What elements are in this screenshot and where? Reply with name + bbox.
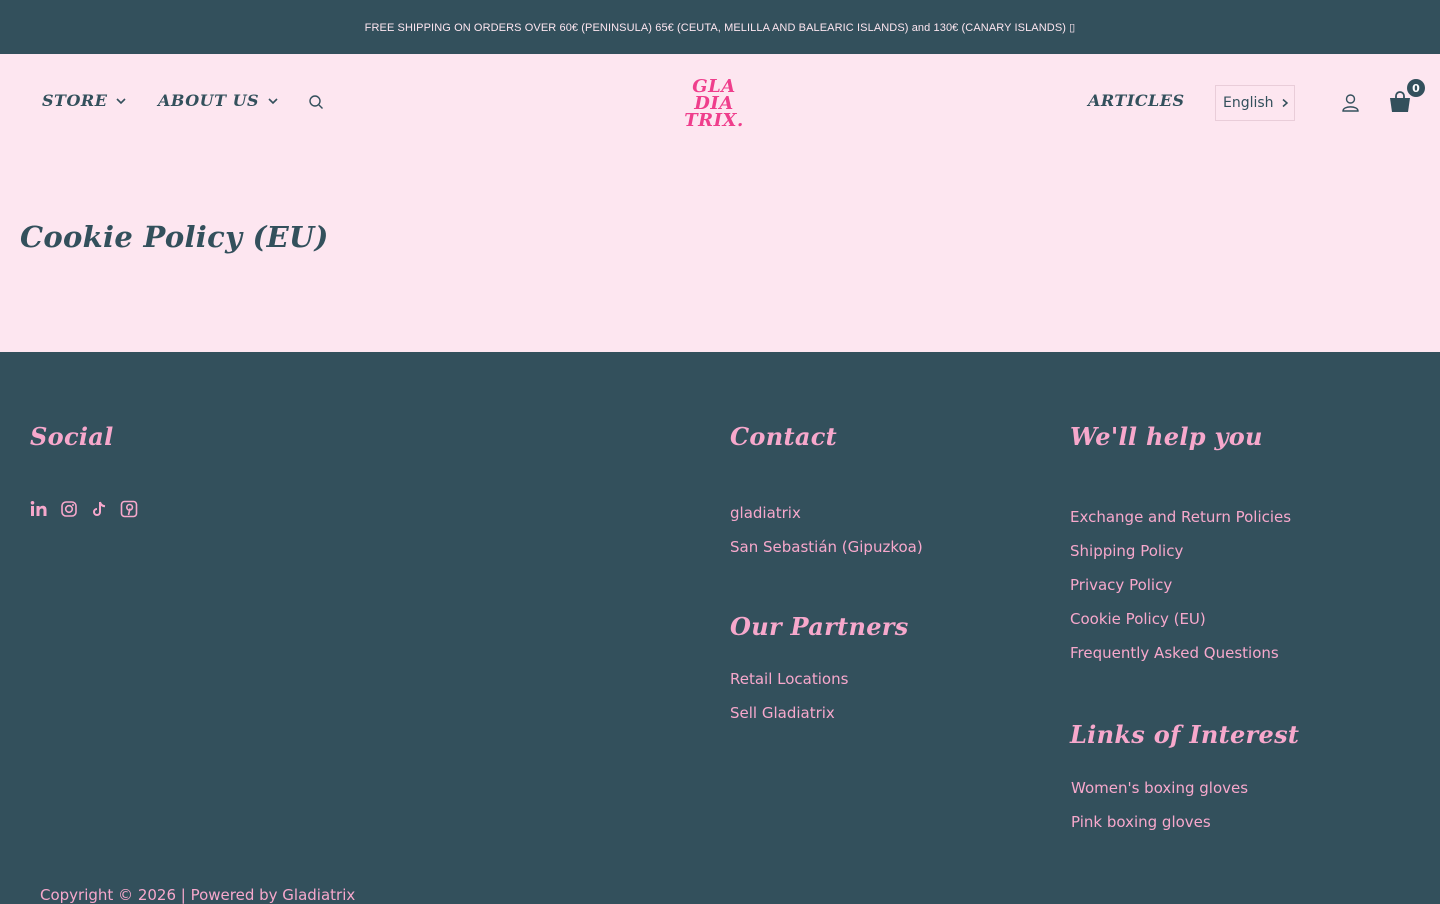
nav-about-label: ABOUT US: [158, 91, 260, 110]
language-label: English: [1223, 95, 1274, 111]
tiktok-icon[interactable]: [90, 500, 108, 518]
announcement-text: FREE SHIPPING ON ORDERS OVER 60€ (PENINS…: [364, 21, 1076, 34]
nav-store-label: STORE: [42, 91, 108, 110]
nav-articles[interactable]: ARTICLES: [1088, 91, 1185, 110]
language-selector[interactable]: English: [1215, 85, 1295, 121]
search-icon: [309, 95, 323, 109]
cart-count-badge: 0: [1407, 79, 1425, 97]
nav-store[interactable]: STORE: [42, 91, 127, 110]
page-title: Cookie Policy (EU): [20, 220, 329, 254]
link-shipping-policy[interactable]: Shipping Policy: [1070, 542, 1183, 560]
footer-interest-heading: Links of Interest: [1070, 720, 1300, 749]
user-icon: [1342, 94, 1359, 112]
social-links: [30, 500, 138, 518]
pinterest-icon[interactable]: [120, 500, 138, 518]
nav-articles-label: ARTICLES: [1088, 91, 1185, 110]
instagram-icon[interactable]: [60, 500, 78, 518]
site-header: STORE ABOUT US GLA DIA TRIX. ARTICLES En…: [0, 54, 1440, 154]
account-button[interactable]: [1341, 93, 1360, 116]
contact-name: gladiatrix: [730, 504, 801, 522]
link-exchange-return[interactable]: Exchange and Return Policies: [1070, 508, 1291, 526]
link-retail-locations[interactable]: Retail Locations: [730, 670, 848, 688]
page-hero: Cookie Policy (EU): [0, 154, 1440, 352]
link-sell-gladiatrix[interactable]: Sell Gladiatrix: [730, 704, 835, 722]
chevron-down-icon: [116, 97, 126, 104]
link-cookie-policy[interactable]: Cookie Policy (EU): [1070, 610, 1206, 628]
footer-social-heading: Social: [30, 422, 114, 451]
link-pink-gloves[interactable]: Pink boxing gloves: [1071, 813, 1211, 831]
nav-about[interactable]: ABOUT US: [158, 91, 279, 110]
link-faq[interactable]: Frequently Asked Questions: [1070, 644, 1279, 662]
link-privacy-policy[interactable]: Privacy Policy: [1070, 576, 1172, 594]
footer-help-heading: We'll help you: [1070, 422, 1263, 451]
footer-contact-heading: Contact: [730, 422, 837, 451]
search-button[interactable]: [308, 94, 324, 114]
contact-location: San Sebastián (Gipuzkoa): [730, 538, 923, 556]
cart-button[interactable]: [1388, 90, 1412, 118]
link-womens-gloves[interactable]: Women's boxing gloves: [1071, 779, 1248, 797]
chevron-down-icon: [268, 97, 278, 104]
logo-line-3: TRIX.: [684, 110, 744, 131]
site-logo[interactable]: GLA DIA TRIX.: [676, 78, 752, 132]
linkedin-icon[interactable]: [30, 500, 48, 518]
site-footer: Social Contact gladiatrix San Sebastián …: [0, 352, 1440, 904]
announcement-bar: FREE SHIPPING ON ORDERS OVER 60€ (PENINS…: [0, 0, 1440, 54]
footer-partners-heading: Our Partners: [730, 612, 909, 641]
chevron-right-icon: [1282, 98, 1288, 108]
copyright-text: Copyright © 2026 | Powered by Gladiatrix: [40, 886, 356, 904]
